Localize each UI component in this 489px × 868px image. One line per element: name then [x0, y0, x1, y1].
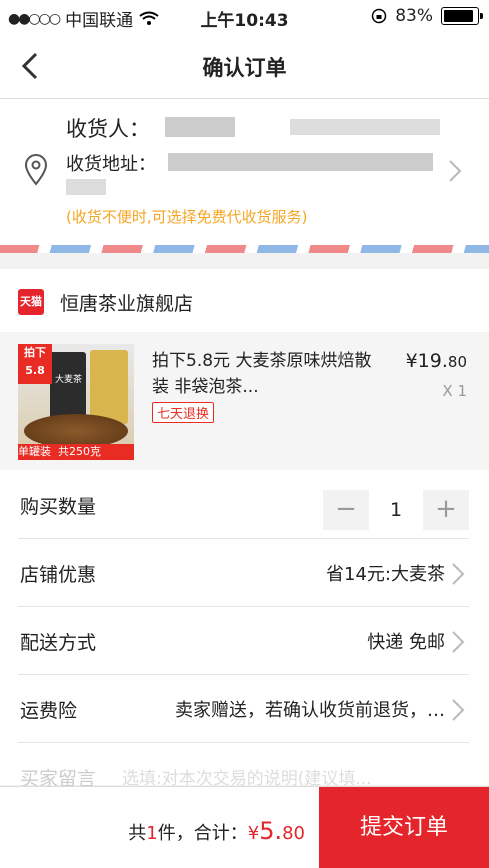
freight-value: 卖家赠送，若确认收货前退货，… — [175, 700, 445, 721]
battery-percent: 83% — [395, 6, 433, 26]
page-title: 确认订单 — [202, 56, 287, 80]
shop-discount-row[interactable]: 店铺优惠 省14元:大麦茶 — [18, 538, 469, 607]
tmall-badge: 天猫 — [18, 289, 44, 315]
quantity-value[interactable]: 1 — [369, 499, 423, 521]
receiver-phone-redacted — [290, 119, 440, 135]
shop-discount-label: 店铺优惠 — [20, 564, 97, 586]
receiver-label: 收货人： — [66, 117, 150, 141]
chevron-right-icon — [452, 699, 465, 721]
delivery-hint[interactable]: (收货不便时,可选择免费代收货服务) — [66, 206, 307, 227]
product-image: 大麦茶 拍下 5.8 单罐装 共250克 — [18, 344, 134, 460]
product-price: ¥19.80 — [405, 350, 467, 372]
delivery-label: 配送方式 — [20, 632, 97, 654]
order-options: 购买数量 − 1 + 店铺优惠 省14元:大麦茶 配送方式 快递 免邮 运费险 … — [0, 470, 489, 790]
delivery-row[interactable]: 配送方式 快递 免邮 — [18, 606, 469, 675]
nav-bar: 确认订单 — [0, 34, 489, 99]
address-redacted — [168, 153, 433, 171]
return-policy-badge: 七天退换 — [152, 402, 215, 423]
decrease-button[interactable]: − — [323, 490, 369, 530]
battery-icon — [441, 7, 483, 25]
product-image-bottom-tag: 单罐装 共250克 — [18, 444, 134, 460]
quantity-row: 购买数量 − 1 + — [18, 470, 469, 539]
address-redacted-2 — [66, 179, 106, 195]
product-can-label: 大麦茶 — [55, 375, 83, 385]
rotation-lock-icon — [371, 8, 387, 24]
increase-button[interactable]: + — [423, 490, 469, 530]
product-quantity: X 1 — [442, 382, 467, 400]
location-pin-icon — [24, 154, 48, 186]
store-header[interactable]: 天猫 恒唐茶业旗舰店 — [0, 269, 489, 332]
delivery-value: 快递 免邮 — [367, 632, 445, 653]
submit-order-button[interactable]: 提交订单 — [319, 787, 489, 868]
address-label: 收货地址： — [66, 154, 156, 175]
chevron-right-icon — [452, 631, 465, 653]
shop-discount-value: 省14元:大麦茶 — [326, 564, 445, 585]
receiver-name-redacted — [165, 117, 235, 137]
address-section[interactable]: 收货人： 收货地址： (收货不便时,可选择免费代收货服务) — [0, 99, 489, 245]
store-name: 恒唐茶业旗舰店 — [60, 293, 194, 315]
freight-insurance-row[interactable]: 运费险 卖家赠送，若确认收货前退货，… — [18, 674, 469, 743]
order-total: 共1件，合计：¥5.80 — [128, 817, 305, 845]
chevron-right-icon — [449, 160, 462, 182]
freight-label: 运费险 — [20, 700, 78, 722]
product-image-tag: 拍下 5.8 — [18, 344, 52, 384]
product-item[interactable]: 大麦茶 拍下 5.8 单罐装 共250克 拍下5.8元 大麦茶原味烘焙散装 非袋… — [0, 332, 489, 470]
chevron-right-icon — [452, 563, 465, 585]
status-bar: ●●○○○ 中国联通 上午10:43 83% — [0, 0, 489, 34]
product-name: 拍下5.8元 大麦茶原味烘焙散装 非袋泡茶... — [152, 351, 372, 397]
quantity-stepper: − 1 + — [323, 490, 469, 530]
quantity-label: 购买数量 — [20, 496, 97, 518]
checkout-bar: 共1件，合计：¥5.80 提交订单 — [0, 786, 489, 868]
envelope-stripe — [0, 245, 489, 253]
